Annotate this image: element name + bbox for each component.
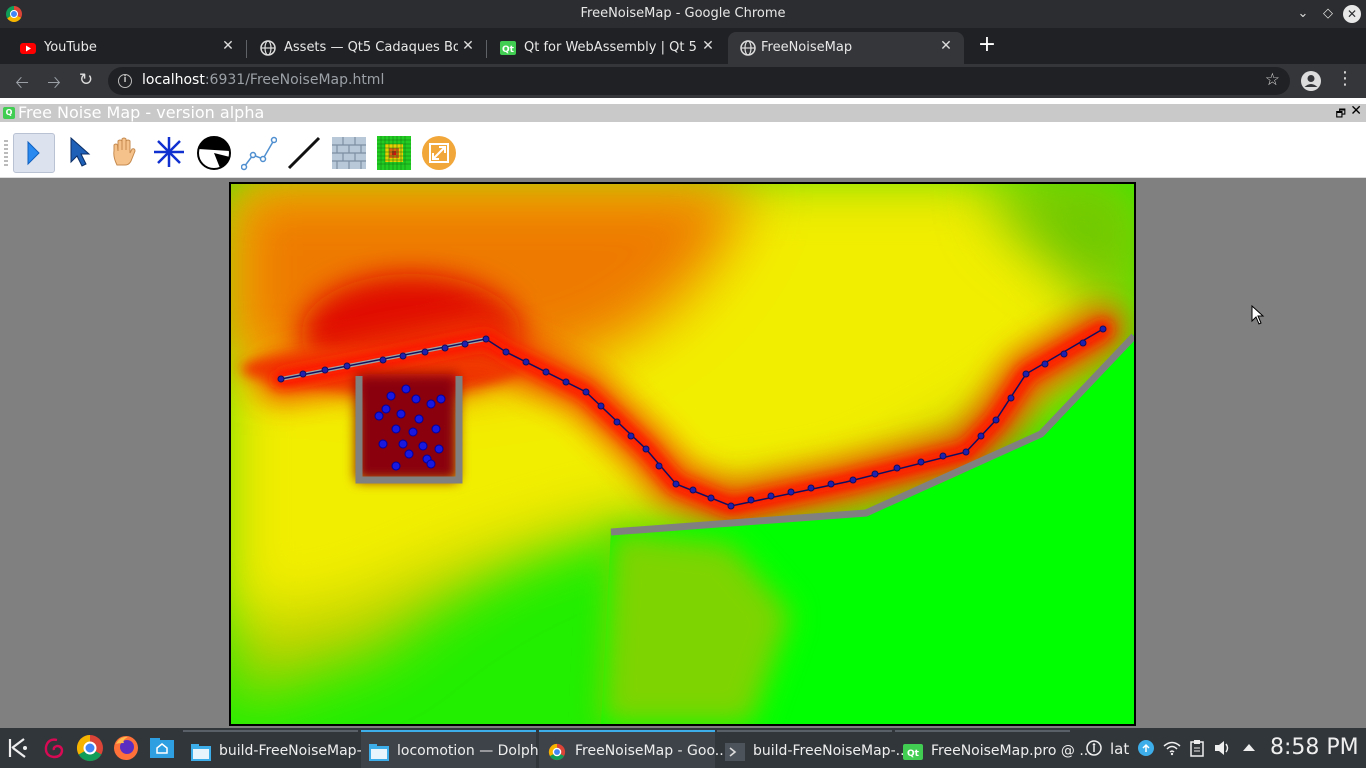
task-qt-creator[interactable]: Qt FreeNoiseMap.pro @ ... (895, 730, 1093, 768)
tray-expand-icon[interactable] (1242, 742, 1256, 752)
tab-strip: YouTube ✕ Assets — Qt5 Cadaques Book ✕ Q… (0, 28, 1366, 64)
close-tab-icon[interactable]: ✕ (460, 38, 476, 56)
close-tab-icon[interactable]: ✕ (938, 38, 954, 56)
profile-avatar-icon[interactable] (1301, 71, 1321, 91)
wall-tool[interactable] (328, 133, 370, 173)
qt-icon: Qt (500, 41, 516, 55)
asterisk-icon (154, 137, 184, 167)
address-bar[interactable]: i localhost:6931/FreeNoiseMap.html ☆ (108, 67, 1290, 95)
close-window-button[interactable]: ✕ (1343, 5, 1361, 23)
task-label: locomotion — Dolphin (397, 743, 552, 759)
window-title: FreeNoiseMap - Google Chrome (580, 6, 786, 21)
toolbar-grip[interactable] (4, 140, 8, 168)
close-app-icon[interactable]: ✕ (1350, 103, 1362, 119)
chrome-icon (548, 743, 566, 761)
pointer-arrow-icon (70, 136, 91, 167)
debian-icon[interactable] (40, 734, 68, 762)
tab-label: FreeNoiseMap (761, 40, 853, 55)
tab-label: Qt for WebAssembly | Qt 5.13 (524, 40, 698, 55)
forward-button[interactable]: 🡢 (42, 70, 66, 93)
chrome-icon[interactable] (76, 734, 104, 762)
firefox-icon[interactable] (112, 734, 140, 762)
task-label: build-FreeNoiseMap-... (753, 743, 909, 759)
qt-app-icon: Q (3, 107, 15, 119)
globe-icon (740, 40, 756, 56)
svg-text:Qt: Qt (502, 45, 515, 55)
qt-icon: Qt (903, 744, 923, 760)
road-tool[interactable] (283, 133, 325, 173)
maximize-button[interactable]: ◇ (1319, 5, 1337, 23)
fit-view-tool[interactable] (418, 133, 460, 173)
task-terminal[interactable]: build-FreeNoiseMap-... (717, 730, 909, 768)
expand-icon (422, 136, 456, 170)
play-tool[interactable] (13, 133, 55, 173)
navigation-bar: 🡠 🡢 ↻ i localhost:6931/FreeNoiseMap.html… (0, 64, 1366, 98)
receiver-tool[interactable] (149, 133, 191, 173)
clock[interactable]: 8:58 PM (1270, 735, 1359, 760)
task-build-folder[interactable]: build-FreeNoiseMap-... (183, 730, 375, 768)
tab-freenoisemap[interactable]: FreeNoiseMap ✕ (728, 32, 964, 64)
new-tab-button[interactable]: + (974, 33, 1000, 59)
accessibility-icon[interactable] (1086, 740, 1102, 756)
point-source-icon (197, 136, 231, 170)
tab-label: YouTube (44, 40, 97, 55)
task-dolphin[interactable]: locomotion — Dolphin (361, 730, 551, 768)
app-title: Free Noise Map - version alpha (18, 103, 265, 122)
svg-text:Qt: Qt (907, 749, 920, 759)
tab-youtube[interactable]: YouTube ✕ (8, 32, 247, 64)
task-chrome[interactable]: FreeNoiseMap - Goo... (539, 730, 728, 768)
minimize-button[interactable]: ⌄ (1294, 5, 1312, 23)
line-icon (287, 136, 321, 170)
home-folder-icon[interactable] (148, 734, 176, 762)
task-label: build-FreeNoiseMap-... (219, 743, 375, 759)
select-tool[interactable] (60, 133, 102, 173)
task-label: FreeNoiseMap - Goo... (575, 743, 729, 759)
youtube-icon (20, 43, 36, 54)
line-source-tool[interactable] (238, 133, 280, 173)
close-tab-icon[interactable]: ✕ (220, 38, 236, 56)
grid-tool[interactable] (373, 133, 415, 173)
site-info-icon[interactable]: i (118, 74, 132, 88)
brick-wall-icon (332, 137, 366, 169)
globe-icon (260, 40, 276, 56)
back-button[interactable]: 🡠 (10, 70, 34, 93)
point-source-tool[interactable] (193, 133, 235, 173)
volume-icon[interactable] (1214, 740, 1232, 756)
update-notifier-icon[interactable] (1138, 740, 1154, 756)
noise-map-svg[interactable] (231, 184, 1134, 724)
folder-icon (191, 744, 211, 761)
bookmark-star-icon[interactable]: ☆ (1265, 70, 1280, 90)
folder-icon (369, 744, 389, 761)
noise-grid-icon (377, 136, 411, 170)
noise-map-canvas[interactable] (229, 182, 1136, 726)
play-icon (27, 140, 40, 166)
hand-icon (113, 137, 136, 166)
terminal-icon (725, 743, 745, 761)
tab-qt-webassembly[interactable]: Qt Qt for WebAssembly | Qt 5.13 ✕ (488, 32, 726, 64)
window-titlebar: FreeNoiseMap - Google Chrome ⌄ ◇ ✕ (0, 0, 1366, 28)
task-label: FreeNoiseMap.pro @ ... (931, 743, 1093, 759)
polyline-icon (241, 136, 277, 171)
system-taskbar: build-FreeNoiseMap-... locomotion — Dolp… (0, 728, 1366, 768)
app-titlebar: Q Free Noise Map - version alpha 🗗 ✕ (0, 103, 1366, 122)
reload-button[interactable]: ↻ (74, 70, 98, 92)
mouse-cursor-icon (1251, 305, 1265, 325)
kde-menu-icon[interactable] (4, 734, 32, 762)
keyboard-layout-indicator[interactable]: lat (1110, 740, 1129, 758)
page-content: Q Free Noise Map - version alpha 🗗 ✕ (0, 98, 1366, 728)
chrome-menu-icon[interactable]: ⋮ (1336, 68, 1354, 89)
tab-label: Assets — Qt5 Cadaques Book (284, 40, 458, 55)
url-text: localhost:6931/FreeNoiseMap.html (142, 72, 385, 88)
pan-tool[interactable] (104, 133, 146, 173)
tab-assets[interactable]: Assets — Qt5 Cadaques Book ✕ (248, 32, 487, 64)
wifi-icon[interactable] (1163, 740, 1181, 756)
close-tab-icon[interactable]: ✕ (700, 38, 716, 56)
app-toolbar (0, 122, 1366, 178)
clipboard-icon[interactable] (1189, 739, 1205, 757)
map-workspace (0, 178, 1366, 728)
